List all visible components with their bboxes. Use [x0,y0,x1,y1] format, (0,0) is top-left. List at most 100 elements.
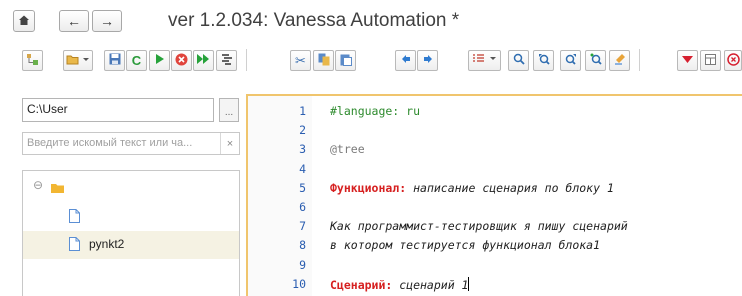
copy-button[interactable] [313,50,334,71]
search-placeholder: Введите искомый текст или ча... [27,137,193,149]
code-token: Сценарий: [330,277,393,292]
line-number: 2 [299,123,306,138]
code-line[interactable]: 8 в котором тестируется функционал блока1 [248,236,742,255]
code-line[interactable]: 9 [248,256,742,275]
collapse-icon[interactable]: ⊖ [33,178,43,192]
tree-item-file[interactable] [23,203,239,231]
run-icon [155,54,165,67]
run-button[interactable] [149,50,170,71]
search-button[interactable] [508,50,529,71]
code-line[interactable]: 5 Функционал: написание сценария по блоку… [248,179,742,198]
save-icon [109,53,121,68]
code-line[interactable]: 3 @tree [248,140,742,159]
line-number: 7 [299,219,306,234]
save-button[interactable] [104,50,125,71]
code-text: @tree [330,142,365,156]
search-icon [513,53,525,68]
toolbar-separator [639,49,640,71]
search-next-button[interactable] [560,50,581,71]
paste-button[interactable] [335,50,356,71]
step-button[interactable] [216,50,237,71]
run-all-button[interactable] [193,50,214,71]
forward-button[interactable]: → [92,10,122,32]
title-bar: ← → ver 1.2.034: Vanessa Automation * [0,0,742,40]
next-button[interactable] [417,50,438,71]
browse-path-button[interactable]: ... [219,98,239,122]
tree-icon [26,53,39,69]
search-replace-icon [590,53,602,68]
code-token: @tree [330,142,365,157]
code-token: сценарий 1 [392,277,469,292]
code-token: Как программист-тестировщик я пишу сцена… [330,219,628,234]
refresh-button[interactable]: C [126,50,147,71]
code-text: Сценарий: сценарий 1 [330,276,470,292]
file-icon [69,237,80,256]
code-text: в котором тестируется функционал блока1 [330,238,600,252]
tree-item-folder[interactable]: ⊖ [23,173,239,201]
stop-icon [175,53,188,69]
search-replace-button[interactable] [585,50,606,71]
home-button[interactable] [13,10,35,32]
step-icon [221,53,233,68]
file-tree: ⊖ pynkt2 [22,170,240,296]
search-input[interactable]: Введите искомый текст или ча... × [22,132,240,155]
clear-button[interactable] [609,50,630,71]
tree-item-label: pynkt2 [89,237,125,251]
next-icon [423,54,433,67]
run-all-icon [197,54,210,67]
folder-dropdown-icon [66,53,90,69]
line-number: 5 [299,180,306,195]
open-folder-button[interactable] [63,50,93,71]
code-line[interactable]: 6 [248,198,742,217]
copy-icon [318,53,330,69]
line-number: 8 [299,238,306,253]
forward-arrow-icon: → [100,13,114,29]
code-token: в котором тестируется функционал блока1 [330,238,601,253]
stop-button[interactable] [171,50,192,71]
back-arrow-icon: ← [67,13,81,29]
bookmark-icon [682,55,693,67]
refresh-icon: C [131,53,142,68]
code-token: #language: ru [330,104,421,118]
code-text: Функционал: написание сценария по блоку … [330,181,614,195]
list-dropdown-icon [472,53,498,68]
prev-icon [401,54,411,67]
code-line[interactable]: 1 #language: ru [248,102,742,121]
cut-button[interactable]: ✂ [290,50,311,71]
code-token: Функционал: [330,180,407,195]
list-dropdown-button[interactable] [468,50,501,71]
folder-icon [51,180,64,198]
code-line[interactable]: 10 Сценарий: сценарий 1 [248,275,742,294]
search-next-icon [565,53,577,68]
code-line[interactable]: 7 Как программист-тестировщик я пишу сцен… [248,217,742,236]
main-toolbar: C ✂ [0,46,742,74]
cut-icon: ✂ [295,52,306,68]
previous-button[interactable] [395,50,416,71]
clear-icon [614,53,626,68]
file-icon [69,209,80,228]
toolbar-separator [246,49,247,71]
search-prev-icon [538,53,550,68]
clear-search-button[interactable]: × [220,133,239,154]
table-button[interactable] [700,50,721,71]
close-tab-button[interactable] [724,50,742,71]
code-editor[interactable]: 1 #language: ru 2 3 @tree 4 5 Функционал: напис… [246,94,742,296]
path-input[interactable]: C:\User [22,98,214,122]
line-number: 4 [299,161,306,176]
tree-view-button[interactable] [22,50,43,71]
line-number: 10 [292,276,306,291]
back-button[interactable]: ← [59,10,89,32]
line-number: 3 [299,142,306,157]
code-line[interactable]: 2 [248,121,742,140]
line-number: 9 [299,257,306,272]
search-previous-button[interactable] [533,50,554,71]
close-icon [726,52,740,69]
bookmark-button[interactable] [677,50,698,71]
tree-item-file-selected[interactable]: pynkt2 [23,231,239,259]
line-number: 1 [299,104,306,118]
code-token: написание сценария по блоку 1 [406,180,614,195]
text-cursor [468,276,470,291]
code-line[interactable]: 4 [248,160,742,179]
paste-icon [340,53,352,69]
line-number: 6 [299,200,306,214]
